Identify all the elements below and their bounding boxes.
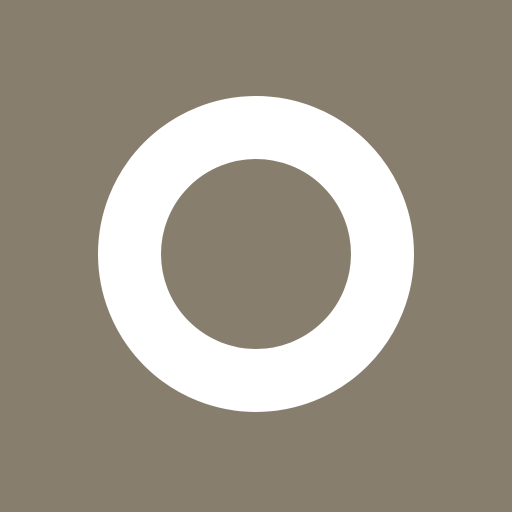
app-icon-tile <box>0 0 512 512</box>
ring-shape <box>98 96 414 412</box>
ring-icon <box>98 96 414 412</box>
